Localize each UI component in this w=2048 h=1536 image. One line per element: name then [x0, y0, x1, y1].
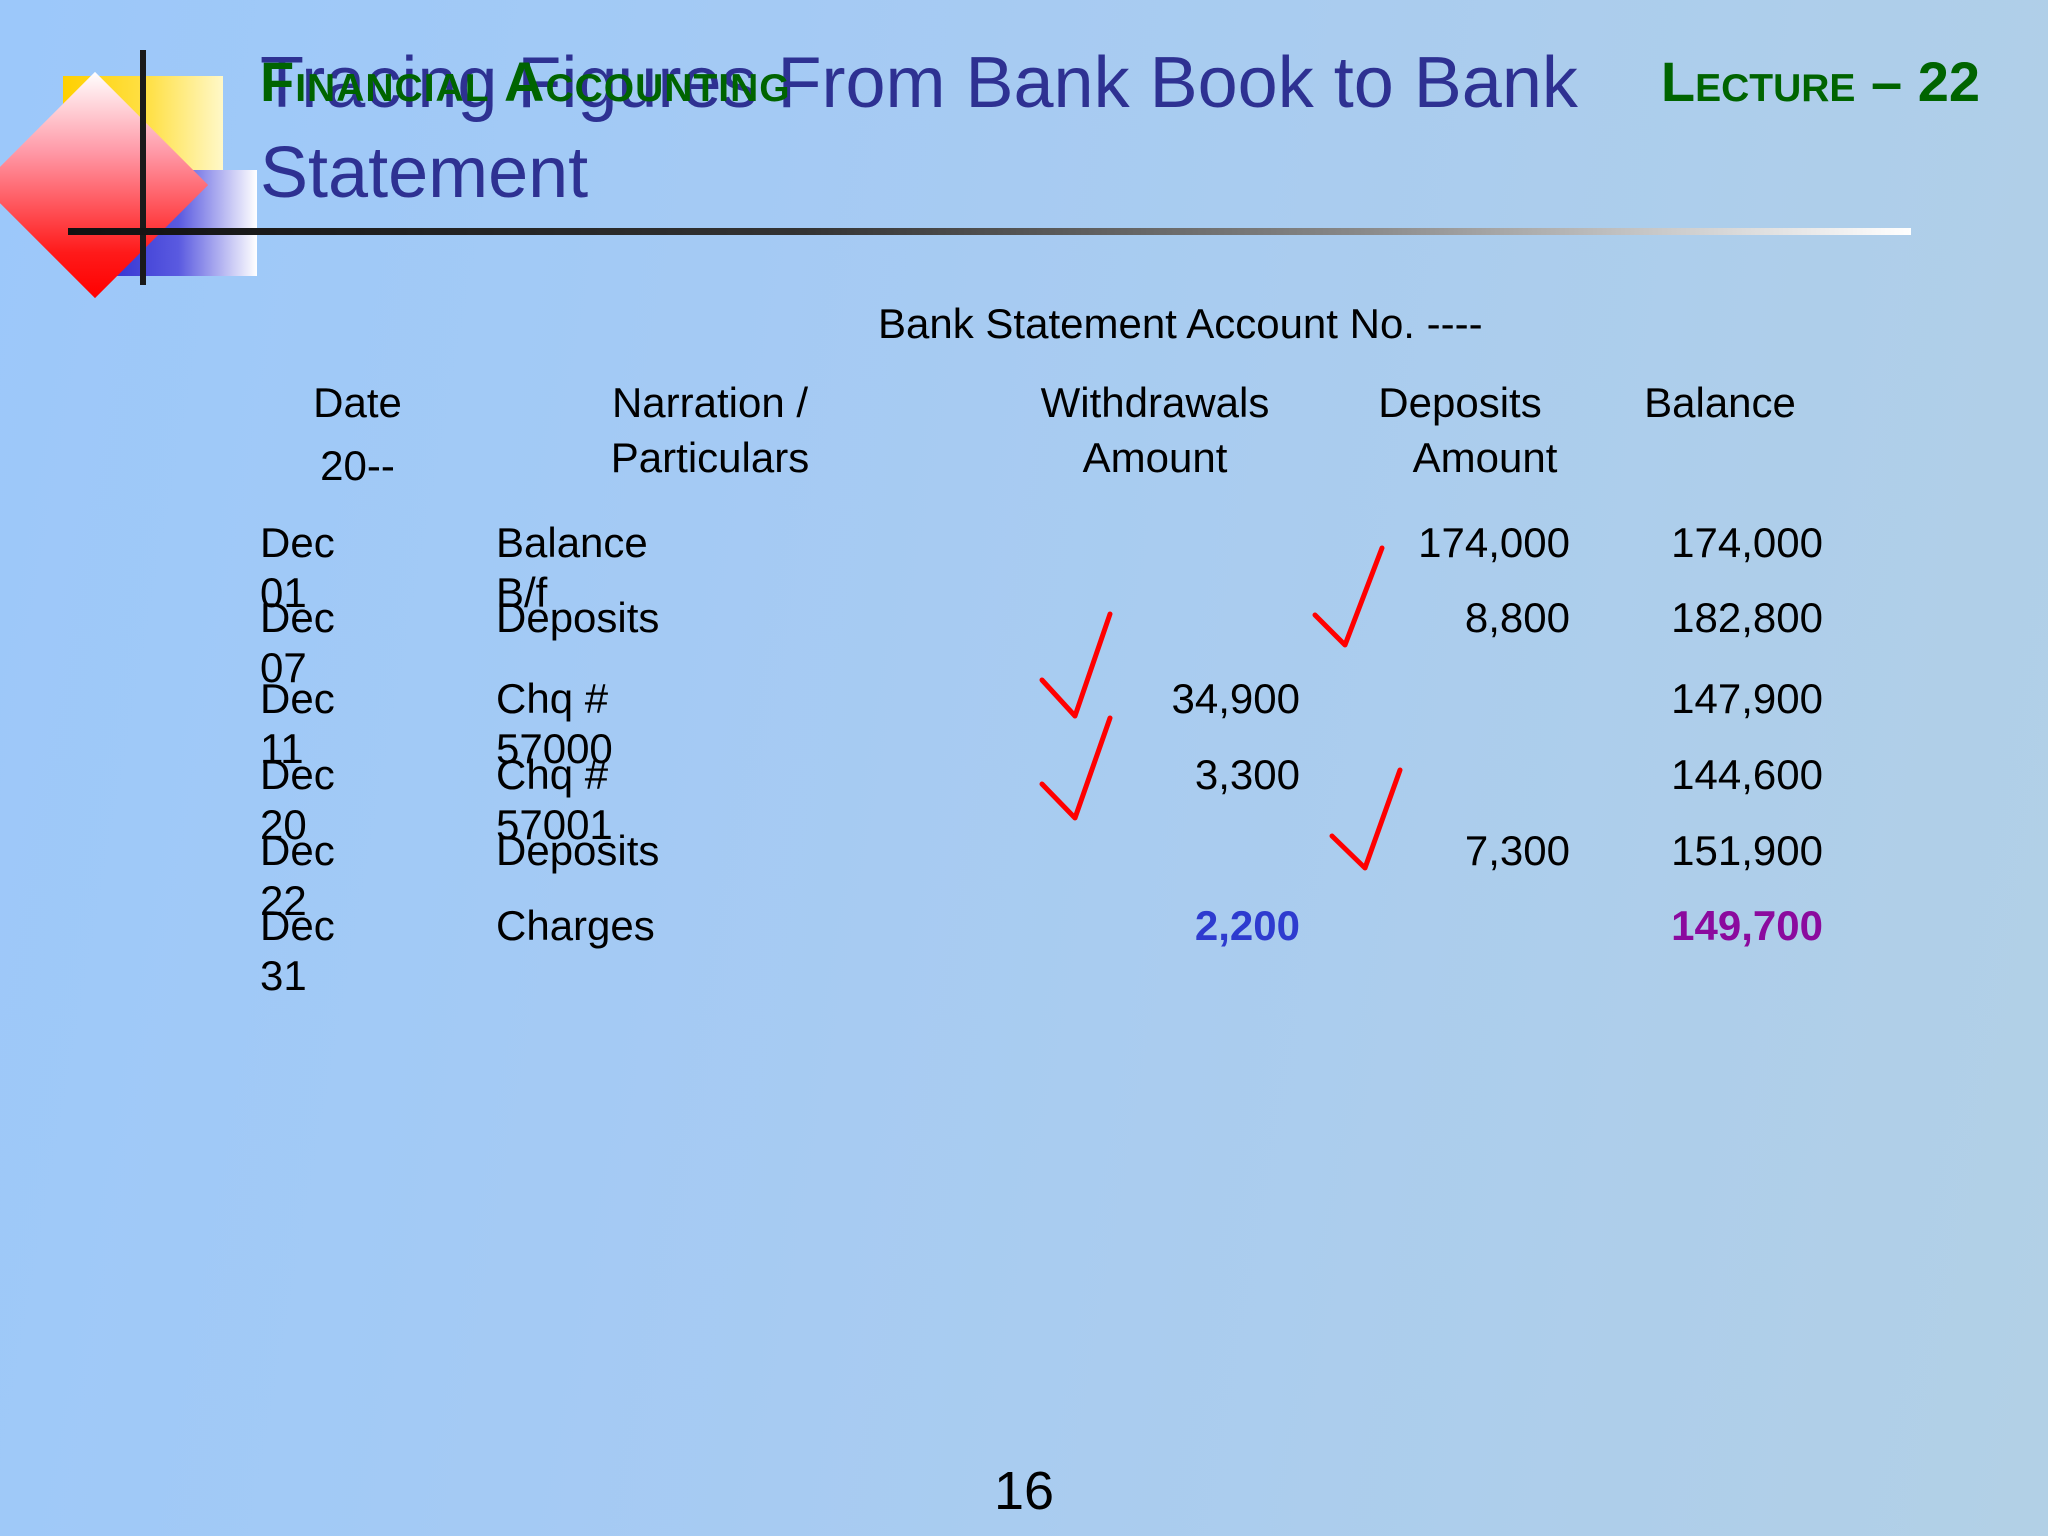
- row-2-narration: Deposits: [496, 594, 660, 641]
- header-balance-label: Balance: [1644, 379, 1796, 426]
- header-balance: Balance: [1620, 375, 1820, 430]
- row-6-narration: Charges: [496, 902, 655, 949]
- logo-vertical-line: [140, 50, 146, 285]
- page-number: 16: [993, 1461, 1055, 1521]
- header-deposits-line2: Amount: [1412, 434, 1558, 481]
- header-date-label: Date: [313, 379, 402, 426]
- header-date: Date 20--: [270, 375, 445, 493]
- header-narration-line1: Narration /: [611, 379, 809, 426]
- row-5-balance: 151,900: [1671, 827, 1823, 874]
- row-5-narration: Deposits: [496, 827, 660, 874]
- course-name: Financial Accounting: [260, 50, 791, 113]
- row-6-balance: 149,700: [1671, 902, 1823, 949]
- row-3-balance: 147,900: [1671, 675, 1823, 722]
- header-withdrawals-line1: Withdrawals: [1040, 379, 1270, 426]
- lecture-number: Lecture – 22: [1660, 50, 1980, 113]
- row-6-withdrawal: 2,200: [1194, 902, 1300, 949]
- row-1-balance: 174,000: [1671, 519, 1823, 566]
- row-2-balance: 182,800: [1671, 594, 1823, 641]
- table-caption: Bank Statement Account No. ----: [878, 300, 1483, 347]
- row-4-balance: 144,600: [1671, 751, 1823, 798]
- row-6-date: Dec 31: [260, 902, 335, 999]
- header-narration-line2: Particulars: [610, 434, 810, 481]
- header-date-year: 20--: [320, 442, 395, 489]
- header-withdrawals: Withdrawals Amount: [1010, 375, 1300, 485]
- row-4-withdrawal: 3,300: [1194, 751, 1300, 798]
- header-deposits: Deposits Amount: [1320, 375, 1600, 485]
- header-deposits-line1: Deposits: [1378, 379, 1542, 426]
- row-3-withdrawal: 34,900: [1171, 675, 1300, 722]
- header-withdrawals-line2: Amount: [1082, 434, 1228, 481]
- header-narration: Narration / Particulars: [560, 375, 860, 485]
- title-underline: [68, 228, 1911, 235]
